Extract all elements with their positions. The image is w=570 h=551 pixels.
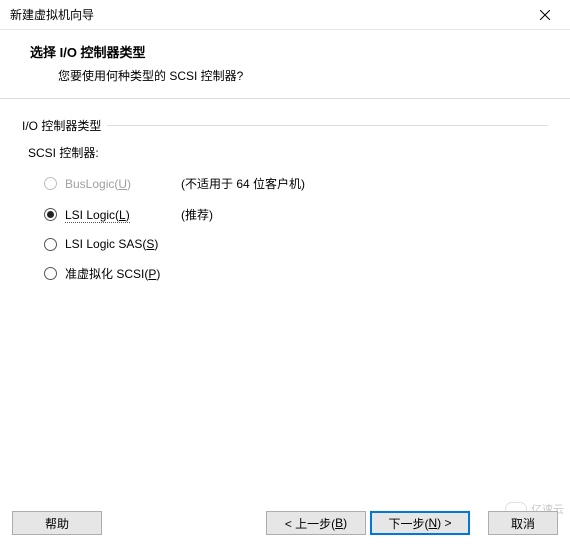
titlebar: 新建虚拟机向导 <box>0 0 570 30</box>
content-area: I/O 控制器类型 SCSI 控制器: BusLogic(U) (不适用于 64… <box>0 99 570 316</box>
radio-buslogic <box>44 177 57 190</box>
footer: 帮助 < 上一步(B) 下一步(N) > 取消 <box>0 505 570 541</box>
cancel-button[interactable]: 取消 <box>488 511 558 535</box>
option-lsilogic-label: LSI Logic(L) <box>65 208 175 222</box>
wizard-header: 选择 I/O 控制器类型 您要使用何种类型的 SCSI 控制器? <box>0 30 570 99</box>
window-title: 新建虚拟机向导 <box>10 6 94 23</box>
option-paravirt-label: 准虚拟化 SCSI(P) <box>65 265 175 282</box>
header-title: 选择 I/O 控制器类型 <box>30 42 546 61</box>
io-controller-group: I/O 控制器类型 SCSI 控制器: BusLogic(U) (不适用于 64… <box>22 117 548 306</box>
radio-lsisas[interactable] <box>44 238 57 251</box>
help-button[interactable]: 帮助 <box>12 511 102 535</box>
option-lsilogic[interactable]: LSI Logic(L) (推荐) <box>26 206 544 223</box>
option-lsilogic-hint: (推荐) <box>181 206 213 223</box>
close-button[interactable] <box>530 1 560 29</box>
scsi-controller-label: SCSI 控制器: <box>26 144 544 161</box>
next-button[interactable]: 下一步(N) > <box>370 511 470 535</box>
header-subtitle: 您要使用何种类型的 SCSI 控制器? <box>30 67 546 84</box>
option-buslogic-label: BusLogic(U) <box>65 177 175 191</box>
group-label: I/O 控制器类型 <box>22 117 107 134</box>
radio-paravirt[interactable] <box>44 267 57 280</box>
option-lsisas-label: LSI Logic SAS(S) <box>65 237 175 251</box>
back-button[interactable]: < 上一步(B) <box>266 511 366 535</box>
close-icon <box>540 10 550 20</box>
option-paravirt[interactable]: 准虚拟化 SCSI(P) <box>26 265 544 282</box>
radio-lsilogic[interactable] <box>44 208 57 221</box>
option-lsisas[interactable]: LSI Logic SAS(S) <box>26 237 544 251</box>
option-buslogic: BusLogic(U) (不适用于 64 位客户机) <box>26 175 544 192</box>
option-buslogic-hint: (不适用于 64 位客户机) <box>181 175 305 192</box>
